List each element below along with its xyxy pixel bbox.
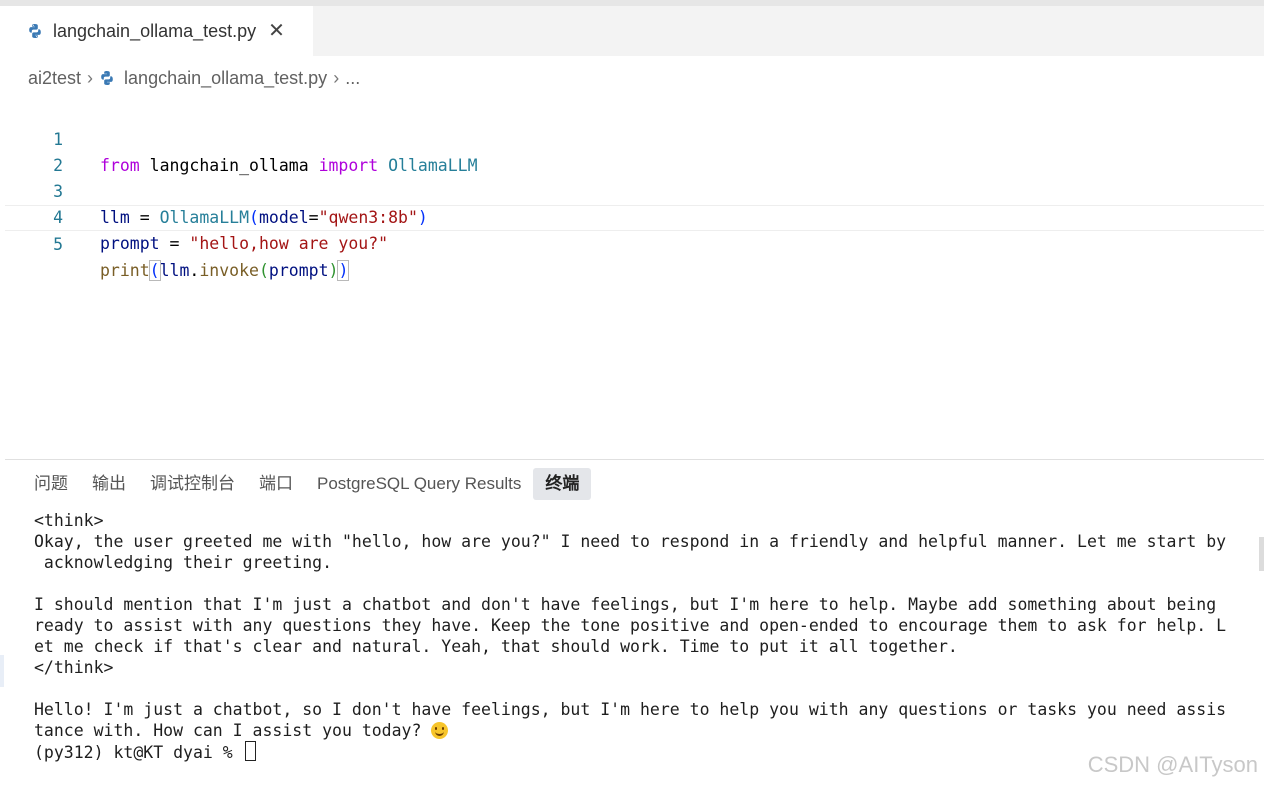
editor-tab[interactable]: langchain_ollama_test.py ✕ [5,6,313,56]
tab-ports[interactable]: 端口 [247,468,305,500]
chevron-right-icon: › [333,67,340,88]
breadcrumb-more[interactable]: ... [345,68,360,89]
tab-terminal[interactable]: 终端 [533,468,592,500]
scrollbar-thumb[interactable] [1259,537,1264,571]
code-line: 2 [5,127,1264,175]
terminal-line: acknowledging their greeting. [34,553,333,572]
panel-tab-bar: 问题 输出 调试控制台 端口 PostgreSQL Query Results … [22,468,592,500]
terminal-line: <think> [34,511,104,530]
code-text: print(llm.invoke(prompt)) [100,260,350,281]
breadcrumb: ai2test › langchain_ollama_test.py › ... [28,66,360,90]
terminal-prompt: (py312) kt@KT dyai % [34,743,243,762]
tab-filename: langchain_ollama_test.py [53,20,257,41]
code-text: prompt = "hello,how are you?" [100,234,389,253]
terminal-line: Okay, the user greeted me with "hello, h… [34,532,1227,551]
code-line: 1 from langchain_ollama import OllamaLLM [5,101,1264,175]
panel-divider [5,459,1264,460]
terminal-line: ready to assist with any questions they … [34,616,1227,635]
terminal-line: et me check if that's clear and natural.… [34,637,958,656]
gutter-marker [0,655,4,687]
terminal-line: tance with. How can I assist you today? [34,720,1244,741]
terminal-output[interactable]: <think> Okay, the user greeted me with "… [34,510,1244,762]
tab-problems[interactable]: 问题 [22,468,80,500]
code-line: 3 llm = OllamaLLM(model="qwen3:8b") [5,153,1264,227]
breadcrumb-file[interactable]: langchain_ollama_test.py [124,68,327,89]
tab-postgresql-results[interactable]: PostgreSQL Query Results [305,468,533,500]
chevron-right-icon: › [87,67,94,88]
terminal-prompt-line[interactable]: (py312) kt@KT dyai % [34,741,1244,762]
terminal-line: Hello! I'm just a chatbot, so I don't ha… [34,700,1227,719]
code-line: 4 prompt = "hello,how are you?" [5,179,1264,253]
terminal-line: </think> [34,658,114,677]
tab-output[interactable]: 输出 [80,468,138,500]
smile-emoji-icon [431,722,449,739]
line-number: 5 [53,235,63,254]
close-tab-icon[interactable]: ✕ [268,21,285,41]
watermark: CSDN @AITyson [1087,752,1258,777]
terminal-cursor [244,741,256,761]
terminal-line: I should mention that I'm just a chatbot… [34,595,1217,614]
code-editor[interactable]: 1 from langchain_ollama import OllamaLLM… [5,100,1264,458]
python-file-icon [29,24,41,38]
python-file-icon [101,71,113,85]
tab-debug-console[interactable]: 调试控制台 [138,468,247,500]
code-line-active: 5 print(llm.invoke(prompt)) [5,205,1264,281]
breadcrumb-folder[interactable]: ai2test [28,68,81,89]
